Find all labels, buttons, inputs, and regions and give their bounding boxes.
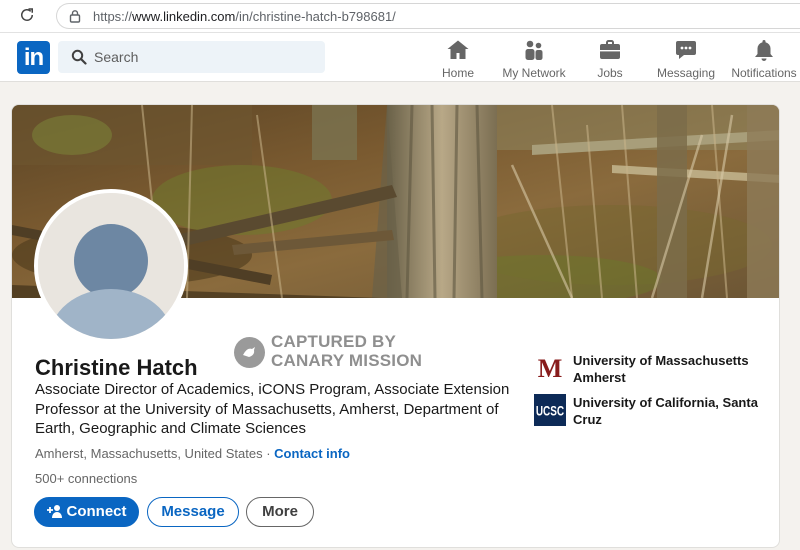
reload-icon[interactable] — [18, 6, 36, 24]
nav-home-label: Home — [441, 66, 474, 80]
search-input[interactable] — [94, 41, 314, 73]
education-name: University of California, Santa Cruz — [573, 395, 758, 427]
nav-home[interactable]: Home — [439, 38, 477, 80]
nav-jobs[interactable]: Jobs — [592, 38, 628, 80]
watermark-line-2: CANARY MISSION — [271, 351, 423, 370]
contact-info-link[interactable]: Contact info — [274, 446, 350, 461]
nav-messaging[interactable]: Messaging — [656, 38, 716, 80]
url-prefix: https:// — [93, 9, 133, 24]
url-path: /in/christine-hatch-b798681/ — [235, 9, 396, 24]
address-bar[interactable]: https://www.linkedin.com/in/christine-ha… — [56, 3, 800, 29]
site-info-icon[interactable] — [68, 9, 82, 23]
connections-count: 500+ connections — [35, 471, 138, 486]
watermark-line-1: CAPTURED BY — [271, 332, 396, 351]
nav-notifications-label: Notifications — [731, 66, 797, 80]
svg-text:UCSC: UCSC — [536, 403, 565, 419]
top-navigation: in Home My Network Jobs Messaging — [0, 33, 800, 82]
bell-icon — [755, 40, 773, 61]
profile-location: Amherst, Massachusetts, United States · … — [35, 446, 350, 461]
connect-label: Connect — [66, 503, 127, 520]
search-box[interactable] — [58, 41, 325, 73]
connect-button[interactable]: Connect — [34, 497, 139, 527]
briefcase-icon — [600, 40, 620, 59]
linkedin-logo[interactable]: in — [17, 41, 50, 74]
message-button[interactable]: Message — [147, 497, 239, 527]
network-icon — [525, 40, 543, 60]
nav-notifications[interactable]: Notifications — [729, 38, 799, 80]
nav-my-network[interactable]: My Network — [500, 38, 568, 80]
default-avatar-icon — [38, 193, 184, 339]
location-separator: · — [262, 446, 275, 461]
profile-photo[interactable] — [34, 189, 188, 343]
more-button[interactable]: More — [246, 497, 314, 527]
canary-logo-icon — [234, 337, 265, 368]
location-text: Amherst, Massachusetts, United States — [35, 446, 263, 461]
add-person-icon — [46, 505, 62, 518]
nav-messaging-label: Messaging — [656, 66, 716, 80]
search-icon — [71, 49, 87, 65]
chat-icon — [676, 41, 696, 59]
umass-logo-icon: M — [534, 352, 566, 384]
home-icon — [447, 40, 469, 59]
url-domain: www.linkedin.com — [132, 9, 236, 24]
nav-jobs-label: Jobs — [597, 66, 623, 80]
nav-my-network-label: My Network — [502, 66, 566, 80]
svg-text:M: M — [538, 354, 563, 383]
browser-bar: https://www.linkedin.com/in/christine-ha… — [0, 0, 800, 33]
education-name: University of Massachusetts Amherst — [573, 353, 749, 385]
profile-card: CAPTURED BY CANARY MISSION Christine Hat… — [11, 104, 780, 548]
url-text[interactable]: https://www.linkedin.com/in/christine-ha… — [93, 9, 396, 24]
profile-name: Christine Hatch — [35, 355, 198, 380]
profile-headline: Associate Director of Academics, iCONS P… — [35, 381, 510, 437]
ucsc-logo-icon: UCSC — [534, 394, 566, 426]
